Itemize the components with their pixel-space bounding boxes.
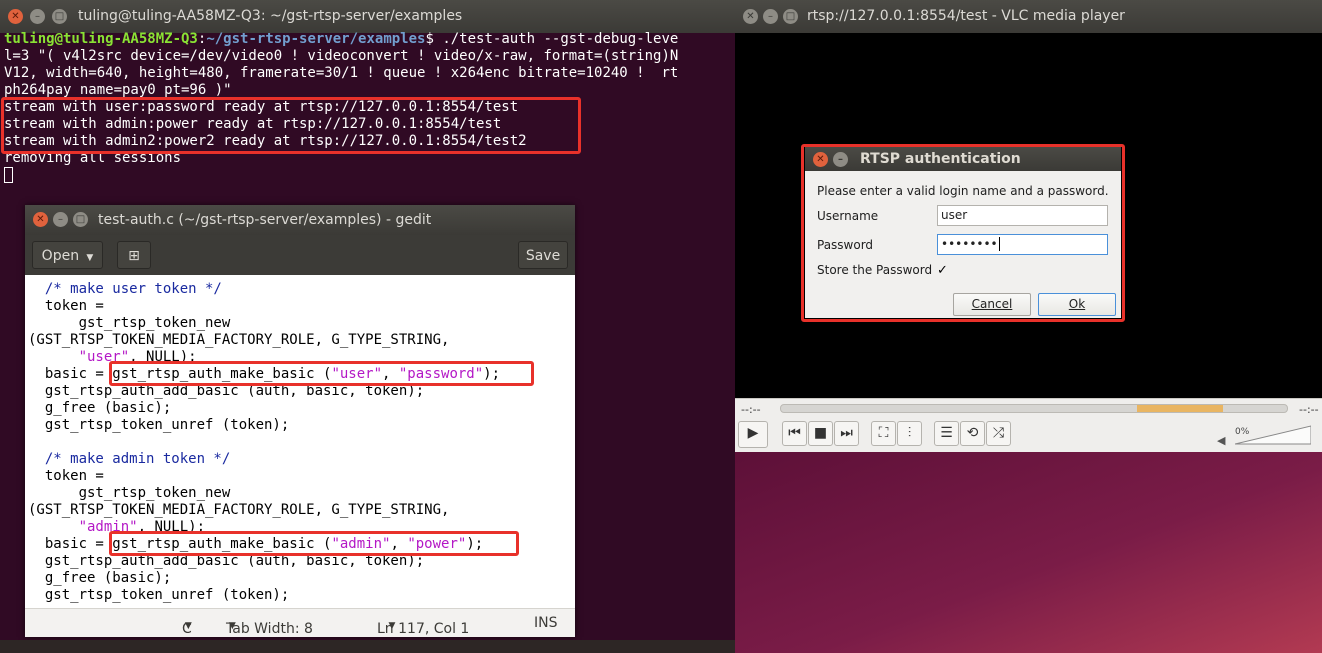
volume-label: 0% [1235, 427, 1250, 437]
minimize-icon[interactable]: – [30, 9, 45, 24]
next-icon: ⏭ [840, 425, 853, 441]
prompt-path: ~/gst-rtsp-server/examples [206, 31, 426, 47]
loop-button[interactable]: ⟲ [960, 421, 985, 446]
code-line: (GST_RTSP_TOKEN_MEDIA_FACTORY_ROLE, G_TY… [28, 332, 450, 348]
vlc-controls: --:-- --:-- ▶ ⏮ ■ ⏭ ⛶ ⫶ ☰ ⟲ ⤮ ◀ 0% [735, 398, 1322, 453]
new-document-icon: ⊞ [128, 248, 140, 264]
previous-button[interactable]: ⏮ [782, 421, 807, 446]
save-button[interactable]: Save [518, 241, 568, 269]
command-text: ./test-auth --gst-debug-leve [442, 31, 679, 47]
vlc-title: rtsp://127.0.0.1:8554/test - VLC media p… [807, 8, 1125, 24]
save-label: Save [525, 248, 561, 264]
desktop-strip [0, 640, 735, 653]
code-line: gst_rtsp_token_unref (token); [28, 417, 290, 433]
fullscreen-icon: ⛶ [878, 425, 889, 441]
terminal-line: V12, width=640, height=480, framerate=30… [4, 65, 679, 81]
shuffle-button[interactable]: ⤮ [986, 421, 1011, 446]
terminal-cursor [4, 167, 13, 183]
minimize-icon[interactable]: – [53, 212, 68, 227]
play-button[interactable]: ▶ [738, 421, 768, 448]
desktop-background [735, 452, 1322, 653]
close-icon[interactable]: ✕ [33, 212, 48, 227]
code-line: (GST_RTSP_TOKEN_MEDIA_FACTORY_ROLE, G_TY… [28, 502, 450, 518]
chevron-down-icon: ▼ [377, 621, 396, 631]
buffer-indicator [1136, 405, 1223, 412]
playlist-icon: ☰ [940, 425, 953, 441]
equalizer-icon: ⫶ [907, 425, 912, 441]
code-line: g_free (basic); [28, 570, 172, 586]
code-line: token = [28, 468, 104, 484]
stop-icon: ■ [813, 425, 828, 441]
maximize-icon[interactable]: □ [73, 212, 88, 227]
gedit-statusbar: C ▼ Tab Width: 8 ▼ Ln 117, Col 1 ▼ INS [25, 608, 575, 637]
seek-bar[interactable] [780, 404, 1288, 413]
open-button[interactable]: Open ▼ [32, 241, 103, 269]
admin-basic-highlight-box [109, 531, 519, 556]
chevron-down-icon: ▼ [83, 253, 94, 263]
previous-icon: ⏮ [788, 425, 801, 441]
total-time: --:-- [1299, 403, 1319, 416]
open-label: Open [41, 248, 80, 264]
maximize-icon[interactable]: □ [783, 9, 798, 24]
shuffle-icon: ⤮ [992, 425, 1005, 441]
code-line: token = [28, 298, 104, 314]
loop-icon: ⟲ [966, 425, 979, 441]
gedit-window[interactable]: ✕ – □ test-auth.c (~/gst-rtsp-server/exa… [25, 205, 575, 637]
user-basic-highlight-box [109, 361, 534, 386]
play-icon: ▶ [747, 425, 759, 441]
code-comment: /* make user token */ [28, 281, 222, 297]
terminal-line: l=3 "( v4l2src device=/dev/video0 ! vide… [4, 48, 679, 64]
prompt-user: tuling@tuling-AA58MZ-Q3 [4, 31, 198, 47]
chevron-down-icon: ▼ [182, 621, 192, 631]
terminal-titlebar[interactable]: ✕ – □ tuling@tuling-AA58MZ-Q3: ~/gst-rts… [0, 0, 735, 33]
code-line: gst_rtsp_token_unref (token); [28, 587, 290, 603]
terminal-title: tuling@tuling-AA58MZ-Q3: ~/gst-rtsp-serv… [78, 8, 463, 24]
stop-button[interactable]: ■ [808, 421, 833, 446]
new-tab-button[interactable]: ⊞ [117, 241, 151, 269]
code-line: gst_rtsp_token_new [28, 315, 231, 331]
dialog-highlight-box [801, 144, 1125, 322]
speaker-icon[interactable]: ◀ [1217, 434, 1225, 447]
stream-highlight-box [1, 97, 581, 154]
insert-mode[interactable]: INS [534, 615, 558, 631]
vlc-titlebar[interactable]: ✕ – □ rtsp://127.0.0.1:8554/test - VLC m… [735, 0, 1322, 33]
prompt-end: $ [425, 31, 443, 47]
chevron-down-icon: ▼ [226, 621, 236, 631]
code-line: gst_rtsp_token_new [28, 485, 231, 501]
terminal-line: ph264pay name=pay0 pt=96 )" [4, 82, 232, 98]
code-comment: /* make admin token */ [28, 451, 231, 467]
gedit-toolbar: Open ▼ ⊞ Save [25, 235, 575, 275]
close-icon[interactable]: ✕ [743, 9, 758, 24]
tab-width-label: Tab Width: 8 [226, 621, 313, 637]
code-line: g_free (basic); [28, 400, 172, 416]
fullscreen-button[interactable]: ⛶ [871, 421, 896, 446]
next-button[interactable]: ⏭ [834, 421, 859, 446]
gedit-titlebar[interactable]: ✕ – □ test-auth.c (~/gst-rtsp-server/exa… [25, 205, 575, 235]
playlist-button[interactable]: ☰ [934, 421, 959, 446]
maximize-icon[interactable]: □ [52, 9, 67, 24]
elapsed-time: --:-- [741, 403, 761, 416]
minimize-icon[interactable]: – [763, 9, 778, 24]
extended-settings-button[interactable]: ⫶ [897, 421, 922, 446]
close-icon[interactable]: ✕ [8, 9, 23, 24]
gedit-title: test-auth.c (~/gst-rtsp-server/examples)… [98, 212, 432, 228]
